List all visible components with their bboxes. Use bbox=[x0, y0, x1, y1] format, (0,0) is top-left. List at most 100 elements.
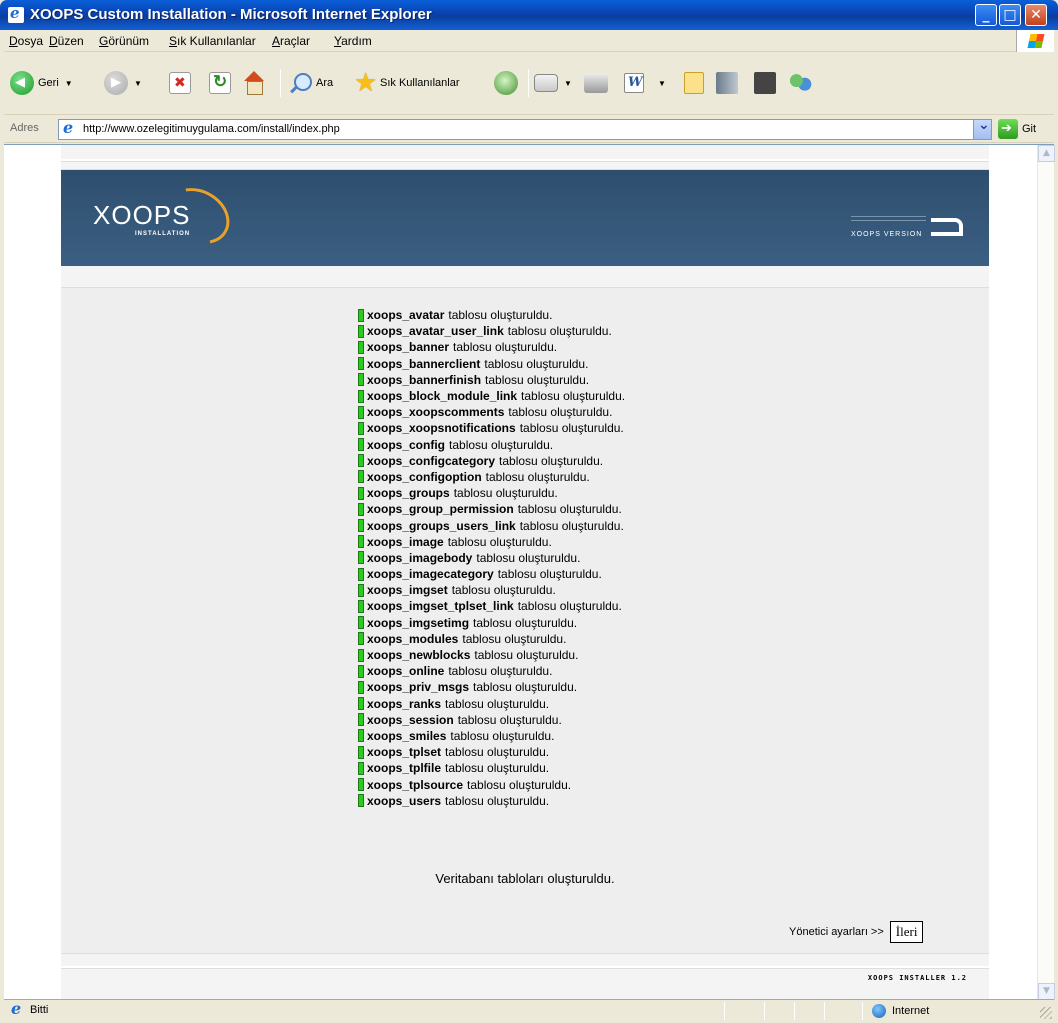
edit-button[interactable]: ▼ bbox=[624, 67, 666, 99]
page-icon bbox=[62, 118, 78, 138]
table-name: xoops_imgset bbox=[367, 583, 448, 598]
address-dropdown-button[interactable] bbox=[973, 117, 991, 139]
table-name: xoops_priv_msgs bbox=[367, 680, 470, 695]
table-name: xoops_xoopscomments bbox=[367, 405, 505, 420]
table-name: xoops_online bbox=[367, 664, 445, 679]
media-button[interactable] bbox=[494, 67, 518, 99]
back-button[interactable]: Geri ▼ bbox=[10, 67, 73, 99]
table-name: xoops_imagecategory bbox=[367, 567, 494, 582]
contacts-button[interactable] bbox=[788, 67, 812, 99]
ok-marker-icon bbox=[358, 389, 364, 403]
search-label: Ara bbox=[316, 77, 334, 89]
title-bar: XOOPS Custom Installation - Microsoft In… bbox=[0, 0, 1058, 30]
table-row: xoops_banner tablosu oluşturuldu. bbox=[358, 339, 625, 355]
table-list: xoops_avatar tablosu oluşturuldu. xoops_av… bbox=[358, 307, 625, 809]
ok-marker-icon bbox=[358, 324, 364, 338]
table-name: xoops_tplfile bbox=[367, 761, 442, 776]
version-2-mark bbox=[931, 218, 963, 236]
ok-marker-icon bbox=[358, 357, 364, 371]
table-row: xoops_avatar_user_link tablosu oluşturuld… bbox=[358, 323, 625, 339]
resize-grip-icon[interactable] bbox=[1040, 1007, 1052, 1019]
table-status: tablosu oluşturuldu. bbox=[447, 534, 552, 549]
minimize-button[interactable]: _ bbox=[975, 4, 997, 26]
menu-view[interactable]: Görünüm bbox=[99, 34, 149, 48]
table-row: xoops_priv_msgs tablosu oluşturuldu. bbox=[358, 679, 625, 695]
browser-viewport: XOOPS INSTALLATION XOOPS VERSION xoops_a… bbox=[4, 144, 1055, 1000]
menu-file[interactable]: Dosya bbox=[9, 34, 43, 48]
mail-button[interactable]: ▼ bbox=[534, 67, 572, 99]
home-button[interactable] bbox=[242, 67, 266, 99]
table-row: xoops_bannerclient tablosu oluşturuldu. bbox=[358, 356, 625, 372]
forward-button[interactable]: ▼ bbox=[104, 67, 142, 99]
table-row: xoops_imgset_tplset_link tablosu oluşturu… bbox=[358, 598, 625, 614]
table-status: tablosu oluşturuldu. bbox=[462, 631, 567, 646]
table-name: xoops_tplset bbox=[367, 745, 442, 760]
ie-icon bbox=[8, 4, 24, 23]
table-row: xoops_block_module_link tablosu oluşturul… bbox=[358, 388, 625, 404]
mail-icon bbox=[534, 74, 558, 92]
table-row: xoops_smiles tablosu oluşturuldu. bbox=[358, 728, 625, 744]
status-panel-divider bbox=[794, 1002, 795, 1020]
table-row: xoops_imgsetimg tablosu oluşturuldu. bbox=[358, 615, 625, 631]
ok-marker-icon bbox=[358, 438, 364, 452]
next-button[interactable]: İleri bbox=[889, 921, 924, 943]
ok-marker-icon bbox=[358, 794, 364, 808]
favorites-button[interactable]: Sık Kullanılanlar bbox=[354, 67, 460, 99]
ok-marker-icon bbox=[358, 405, 364, 419]
ok-marker-icon bbox=[358, 583, 364, 597]
print-button[interactable] bbox=[584, 67, 608, 99]
table-row: xoops_group_permission tablosu oluşturuld… bbox=[358, 501, 625, 517]
ok-marker-icon bbox=[358, 340, 364, 354]
table-row: xoops_tplfile tablosu oluşturuldu. bbox=[358, 760, 625, 776]
menu-tools[interactable]: Araçlar bbox=[272, 34, 310, 48]
table-row: xoops_imagecategory tablosu oluşturuldu. bbox=[358, 566, 625, 582]
menu-help[interactable]: Yardım bbox=[334, 34, 372, 48]
research-icon bbox=[716, 72, 738, 94]
ok-marker-icon bbox=[358, 697, 364, 711]
search-button[interactable]: Ara bbox=[288, 67, 333, 99]
table-row: xoops_groups_users_link tablosu oluşturul… bbox=[358, 517, 625, 533]
ok-marker-icon bbox=[358, 680, 364, 694]
research-button[interactable] bbox=[716, 67, 738, 99]
table-status: tablosu oluşturuldu. bbox=[507, 324, 612, 339]
ok-marker-icon bbox=[358, 551, 364, 565]
scroll-down-icon[interactable]: ▼ bbox=[1038, 983, 1055, 1000]
table-status: tablosu oluşturuldu. bbox=[499, 453, 604, 468]
stop-button[interactable] bbox=[169, 67, 191, 99]
zone-label: Internet bbox=[892, 1005, 930, 1017]
table-status: tablosu oluşturuldu. bbox=[445, 761, 550, 776]
menu-bar: Dosya Düzen Görünüm Sık Kullanılanlar Ar… bbox=[4, 30, 1054, 52]
table-name: xoops_smiles bbox=[367, 728, 447, 743]
window-title: XOOPS Custom Installation - Microsoft In… bbox=[30, 6, 432, 23]
table-name: xoops_imgset_tplset_link bbox=[367, 599, 514, 614]
table-status: tablosu oluşturuldu. bbox=[521, 389, 626, 404]
close-button[interactable]: ✕ bbox=[1025, 4, 1047, 26]
table-row: xoops_online tablosu oluşturuldu. bbox=[358, 663, 625, 679]
table-row: xoops_configcategory tablosu oluşturuldu. bbox=[358, 453, 625, 469]
ok-marker-icon bbox=[358, 454, 364, 468]
ok-marker-icon bbox=[358, 470, 364, 484]
table-name: xoops_avatar bbox=[367, 308, 445, 323]
table-status: tablosu oluşturuldu. bbox=[453, 340, 558, 355]
maximize-button[interactable]: □ bbox=[999, 4, 1021, 26]
refresh-button[interactable] bbox=[209, 67, 231, 99]
table-row: xoops_groups tablosu oluşturuldu. bbox=[358, 485, 625, 501]
address-label: Adres bbox=[10, 122, 39, 134]
ok-marker-icon bbox=[358, 373, 364, 387]
table-row: xoops_configoption tablosu oluşturuldu. bbox=[358, 469, 625, 485]
scroll-up-icon[interactable]: ▲ bbox=[1038, 145, 1055, 162]
vertical-scrollbar[interactable]: ▲ ▼ bbox=[1037, 145, 1055, 1000]
discuss-button[interactable] bbox=[684, 67, 704, 99]
installer-version: XOOPS INSTALLER 1.2 bbox=[867, 974, 967, 982]
address-url[interactable]: http://www.ozelegitimuygulama.com/instal… bbox=[83, 123, 340, 135]
address-input[interactable]: http://www.ozelegitimuygulama.com/instal… bbox=[58, 117, 992, 140]
star-icon bbox=[354, 67, 378, 98]
table-name: xoops_configcategory bbox=[367, 453, 496, 468]
go-button[interactable]: Git bbox=[998, 119, 1036, 139]
toolbar: Geri ▼ ▼ Ara Sık Kullanılanlar ▼ ▼ bbox=[4, 53, 1054, 115]
menu-favorites[interactable]: Sık Kullanılanlar bbox=[169, 34, 256, 48]
version-divider bbox=[851, 220, 926, 221]
messenger-button[interactable] bbox=[754, 67, 776, 99]
table-row: xoops_session tablosu oluşturuldu. bbox=[358, 712, 625, 728]
menu-edit[interactable]: Düzen bbox=[49, 34, 84, 48]
